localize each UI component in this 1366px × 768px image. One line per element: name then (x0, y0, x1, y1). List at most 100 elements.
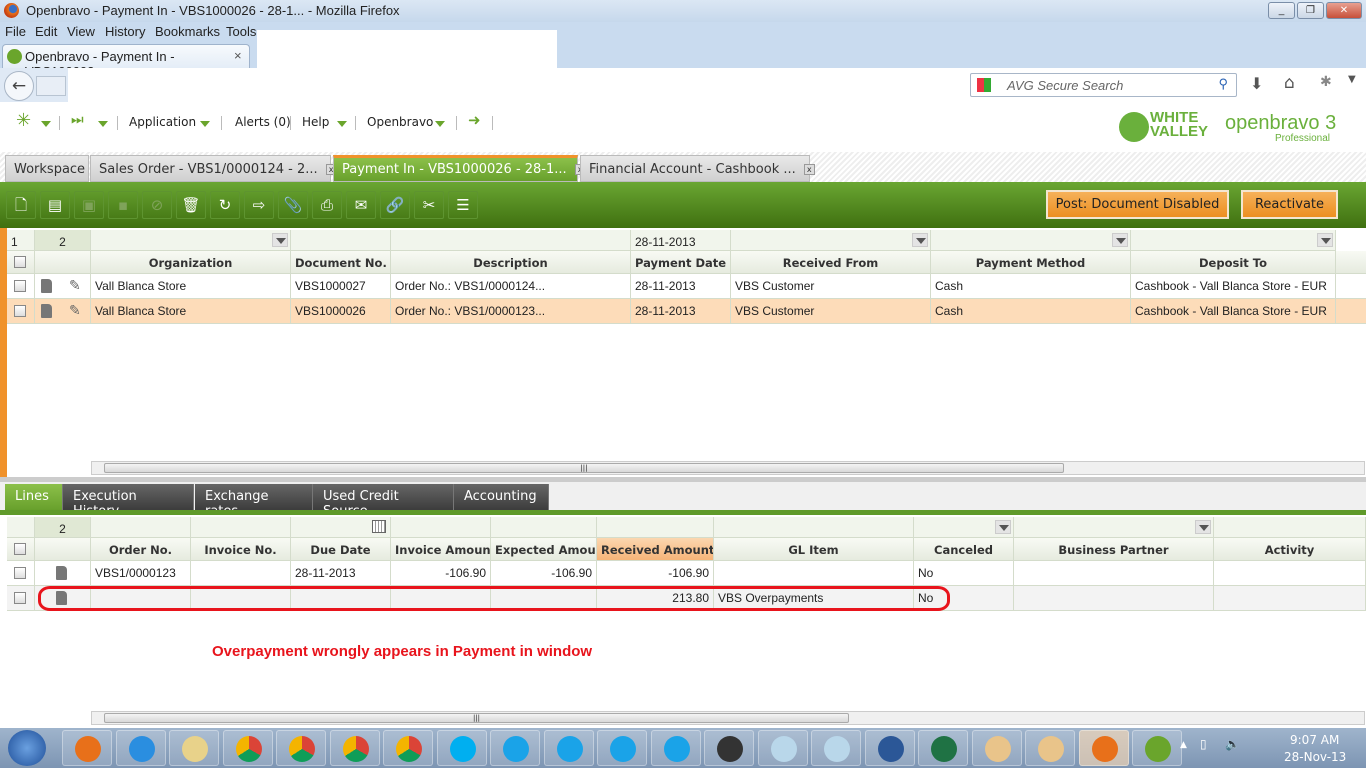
table-cell[interactable] (191, 561, 291, 586)
filter-input[interactable] (597, 517, 714, 538)
tab-workspace[interactable]: Workspace (5, 155, 89, 182)
menu-view[interactable]: View (67, 24, 95, 39)
undo-icon[interactable]: ▪ (108, 191, 138, 219)
taskbar-media-player[interactable] (62, 730, 112, 766)
application-menu[interactable]: Application (129, 115, 196, 129)
column-header[interactable]: Received From (731, 251, 931, 274)
menu-dropdown-icon[interactable]: ▼ (1348, 74, 1356, 85)
filter-input[interactable] (91, 517, 191, 538)
row-select[interactable] (7, 274, 35, 299)
show-hidden-icons[interactable]: ▲ (1180, 740, 1187, 750)
table-cell[interactable]: 28-11-2013 (631, 274, 731, 299)
column-header[interactable]: Received Amount ▲ (597, 538, 714, 561)
filter-input[interactable] (714, 517, 914, 538)
taskbar-chrome[interactable] (329, 730, 380, 766)
taskbar-firefox[interactable] (1078, 730, 1129, 766)
table-cell[interactable]: -106.90 (491, 561, 597, 586)
table-cell[interactable]: 28-11-2013 (291, 561, 391, 586)
identity-icon[interactable] (36, 76, 66, 96)
minimize-button[interactable]: _ (1268, 2, 1295, 19)
logout-icon[interactable]: ➜ (468, 111, 481, 129)
taskbar-paint[interactable] (971, 730, 1022, 766)
column-header[interactable]: Invoice Amount (391, 538, 491, 561)
taskbar-chat[interactable] (597, 730, 647, 766)
column-header[interactable]: Due Date (291, 538, 391, 561)
menu-edit[interactable]: Edit (35, 24, 57, 39)
column-header[interactable]: Invoice No. (191, 538, 291, 561)
horizontal-scrollbar[interactable]: ||| (91, 711, 1365, 725)
edit-pencil-icon[interactable]: ✎ (69, 302, 81, 319)
refresh-icon[interactable]: ↻ (210, 191, 240, 219)
column-header[interactable]: Description (391, 251, 631, 274)
close-tab-icon[interactable]: × (234, 48, 242, 63)
tab-payment-in[interactable]: Payment In - VBS1000026 - 28-1...x (333, 155, 586, 182)
alerts-link[interactable]: Alerts (0) (235, 115, 291, 129)
chevron-down-icon[interactable] (41, 121, 51, 127)
table-cell[interactable]: -106.90 (391, 561, 491, 586)
table-cell[interactable]: Cash (931, 274, 1131, 299)
table-cell[interactable] (1214, 561, 1366, 586)
layout-icon[interactable]: ☰ (448, 191, 478, 219)
table-cell[interactable]: VBS Customer (731, 299, 931, 324)
tab-exchange-rates[interactable]: Exchange rates (195, 484, 313, 519)
tab-sales-order[interactable]: Sales Order - VBS1/0000124 - 2... x (90, 155, 337, 182)
table-cell[interactable]: 28-11-2013 (631, 299, 731, 324)
tab-lines[interactable]: Lines (5, 484, 63, 510)
tab-accounting[interactable]: Accounting (454, 484, 549, 510)
export-icon[interactable]: ⇨ (244, 191, 274, 219)
column-header[interactable]: Payment Method (931, 251, 1131, 274)
table-cell[interactable]: VBS Customer (731, 274, 931, 299)
taskbar-excel[interactable] (918, 730, 968, 766)
checkbox[interactable] (14, 280, 26, 292)
home-icon[interactable]: ⌂ (1284, 73, 1295, 93)
table-cell[interactable] (1014, 561, 1214, 586)
column-header[interactable]: Deposit To (1131, 251, 1336, 274)
column-header[interactable]: Organization (91, 251, 291, 274)
new-document-icon[interactable]: 🗋 (6, 191, 36, 219)
filter-input[interactable] (291, 230, 391, 251)
filter-input[interactable] (914, 517, 1014, 538)
table-cell[interactable]: Cashbook - Vall Blanca Store - EUR (1131, 299, 1336, 324)
row-select[interactable] (7, 561, 35, 586)
menu-history[interactable]: History (105, 24, 145, 39)
table-cell[interactable]: Cash (931, 299, 1131, 324)
menu-file[interactable]: File (5, 24, 26, 39)
column-header[interactable]: GL Item (714, 538, 914, 561)
taskbar-notepad[interactable] (757, 730, 808, 766)
column-header[interactable]: Order No. (91, 538, 191, 561)
scrollbar-thumb[interactable]: ||| (104, 463, 1064, 473)
table-cell[interactable]: -106.90 (597, 561, 714, 586)
edit-pencil-icon[interactable]: ✎ (69, 277, 81, 294)
tab-financial-account[interactable]: Financial Account - Cashbook ... x (580, 155, 815, 182)
maximize-button[interactable]: ❐ (1297, 2, 1324, 19)
open-form-icon[interactable] (41, 279, 52, 293)
taskbar-chat[interactable] (543, 730, 594, 766)
table-cell[interactable]: No (914, 561, 1014, 586)
checkbox[interactable] (14, 543, 26, 555)
start-button[interactable] (8, 730, 46, 766)
taskbar-clock[interactable] (704, 730, 754, 766)
taskbar-chat[interactable] (650, 730, 701, 766)
print-icon[interactable]: ⎙ (312, 191, 342, 219)
table-cell[interactable]: VBS1000026 (291, 299, 391, 324)
search-icon[interactable]: ⚲ (1218, 76, 1228, 92)
checkbox[interactable] (14, 567, 26, 579)
browser-tab[interactable]: Openbravo - Payment In - VBS100002... × (2, 44, 250, 79)
taskbar-chrome[interactable] (222, 730, 273, 766)
filter-input[interactable] (491, 517, 597, 538)
row-select[interactable] (7, 586, 35, 611)
filter-input[interactable]: 28-11-2013 (631, 230, 731, 251)
email-icon[interactable]: ✉ (346, 191, 376, 219)
table-cell[interactable]: Cashbook - Vall Blanca Store - EUR (1131, 274, 1336, 299)
select-all[interactable] (7, 538, 35, 561)
row-select[interactable] (7, 299, 35, 324)
clock-date[interactable]: 28-Nov-13 (1284, 750, 1346, 764)
close-button[interactable]: ✕ (1326, 2, 1362, 19)
table-cell[interactable] (1014, 586, 1214, 611)
taskbar-internet-explorer[interactable] (115, 730, 166, 766)
quick-launch-icon[interactable]: ✳ (16, 110, 31, 131)
post-button[interactable]: Post: Document Disabled (1046, 190, 1229, 219)
taskbar-file-explorer[interactable] (169, 730, 219, 766)
filter-input[interactable] (291, 517, 391, 538)
chevron-down-icon[interactable] (98, 121, 108, 127)
